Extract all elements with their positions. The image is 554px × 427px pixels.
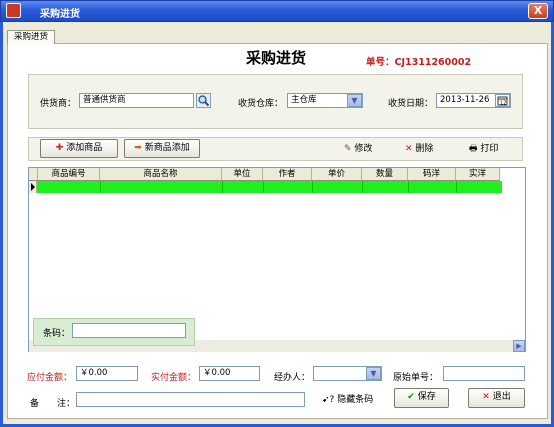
hide-barcode-label: 隐藏条码 xyxy=(337,395,374,405)
remark-field[interactable] xyxy=(76,392,305,407)
cell-divider xyxy=(100,181,101,193)
column-header[interactable]: 数量 xyxy=(362,168,408,181)
edit-button[interactable]: ✎ 修改 xyxy=(344,142,372,156)
save-label: 保存 xyxy=(417,392,436,402)
warehouse-label: 收货仓库： xyxy=(238,99,284,109)
grid-corner xyxy=(29,168,38,181)
column-header[interactable]: 作者 xyxy=(263,168,312,181)
print-label: 打印 xyxy=(480,144,499,154)
cell-divider xyxy=(312,181,313,193)
payable-field[interactable]: ￥0.00 xyxy=(76,366,138,381)
printer-icon: 🖶 xyxy=(469,144,478,154)
row-pointer-icon xyxy=(31,183,35,191)
remark-label: 备 注： xyxy=(30,399,76,409)
handler-label: 经办人： xyxy=(274,373,311,383)
add-product-label: 添加商品 xyxy=(66,143,103,153)
checkmark-icon: ✔ xyxy=(407,392,415,402)
arrow-right-icon: ➡ xyxy=(134,143,142,153)
column-header[interactable]: 单价 xyxy=(312,168,362,181)
hide-barcode-button[interactable]: ➹? 隐藏条码 xyxy=(322,393,373,407)
help-cursor-icon: ➹? xyxy=(322,395,335,405)
original-no-label: 原始单号： xyxy=(393,373,439,383)
pencil-icon: ✎ xyxy=(344,144,352,154)
row-indicator xyxy=(29,181,37,193)
delete-button[interactable]: ✕ 删除 xyxy=(405,142,433,156)
calendar-icon[interactable]: 12 xyxy=(495,94,510,107)
title-bar xyxy=(0,0,554,22)
chevron-down-icon[interactable]: ▼ xyxy=(347,94,362,107)
date-label: 收货日期： xyxy=(388,99,434,109)
paid-field[interactable]: ￥0.00 xyxy=(199,366,260,381)
delete-x-icon: ✕ xyxy=(405,144,413,154)
table-row[interactable] xyxy=(37,181,502,193)
svg-text:12: 12 xyxy=(500,101,506,107)
magnifier-icon xyxy=(196,93,211,108)
column-header[interactable]: 码洋 xyxy=(408,168,456,181)
paid-label: 实付金额： xyxy=(151,373,197,383)
barcode-label: 条码： xyxy=(43,329,71,339)
column-header[interactable]: 商品名称 xyxy=(100,168,222,181)
column-header[interactable]: 实洋 xyxy=(456,168,500,181)
supplier-label: 供货商： xyxy=(40,99,77,109)
save-button[interactable]: ✔ 保存 xyxy=(394,388,449,408)
scroll-right-icon[interactable]: ▶ xyxy=(513,340,525,352)
exit-button[interactable]: ✕ 退出 xyxy=(468,388,525,408)
add-new-product-button[interactable]: ➡ 新商品添加 xyxy=(124,139,200,158)
cell-divider xyxy=(408,181,409,193)
barcode-input[interactable] xyxy=(72,323,186,338)
print-button[interactable]: 🖶 打印 xyxy=(469,142,498,156)
column-header[interactable]: 商品编号 xyxy=(38,168,100,181)
delete-label: 删除 xyxy=(415,144,434,154)
cell-divider xyxy=(222,181,223,193)
column-header[interactable]: 单位 xyxy=(222,168,263,181)
supplier-search-button[interactable] xyxy=(196,93,211,108)
window-title: 采购进货 xyxy=(40,9,80,20)
app-icon xyxy=(6,3,21,18)
payable-label: 应付金额： xyxy=(27,373,73,383)
plus-icon: ✚ xyxy=(55,143,64,153)
add-new-product-label: 新商品添加 xyxy=(144,143,190,153)
supplier-field[interactable]: 普通供货商 xyxy=(79,93,194,108)
cell-divider xyxy=(362,181,363,193)
order-number: 单号：CJ1311260002 xyxy=(366,57,472,68)
original-no-field[interactable] xyxy=(443,366,525,381)
exit-label: 退出 xyxy=(492,392,511,402)
cell-divider xyxy=(263,181,264,193)
chevron-down-icon[interactable]: ▼ xyxy=(366,367,381,380)
cell-divider xyxy=(456,181,457,193)
close-icon: ✕ xyxy=(482,392,490,402)
form-title: 采购进货 xyxy=(246,49,307,67)
add-product-button[interactable]: ✚ 添加商品 xyxy=(40,139,118,158)
close-window-button[interactable]: X xyxy=(528,3,548,19)
edit-label: 修改 xyxy=(354,144,373,154)
tab-purchase-stock[interactable]: 采购进货 xyxy=(7,30,55,44)
